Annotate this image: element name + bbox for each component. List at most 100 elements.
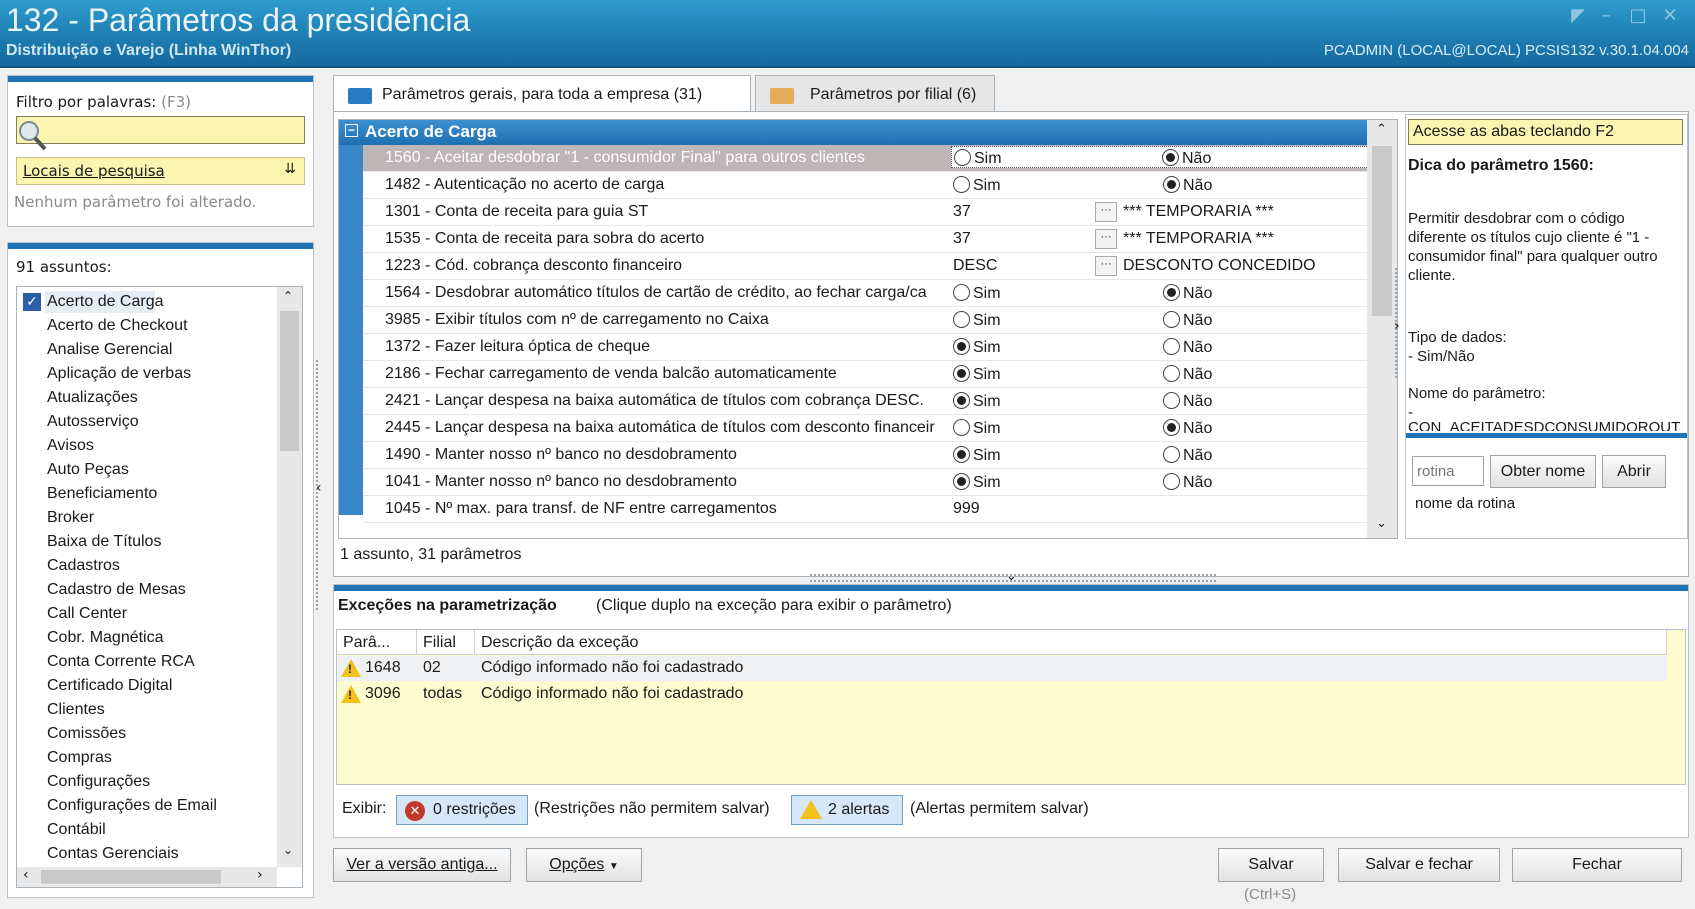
old-version-button[interactable]: Ver a versão antiga... bbox=[333, 848, 511, 882]
options-button[interactable]: Opções ▼ bbox=[526, 848, 642, 882]
minimize-icon[interactable]: – bbox=[1595, 6, 1617, 26]
subject-item[interactable]: Cadastros bbox=[47, 557, 120, 575]
restore-icon[interactable]: ◤ bbox=[1567, 6, 1589, 26]
search-locations-select[interactable]: Locais de pesquisa ⇊ bbox=[16, 157, 305, 185]
param-row-1490[interactable]: 1490 - Manter nosso nº banco no desdobra… bbox=[363, 442, 1367, 469]
bool-cell[interactable]: Sim Não bbox=[951, 146, 1371, 168]
alerts-filter-button[interactable]: 2 alertas bbox=[791, 795, 903, 825]
subject-item[interactable]: Auto Peças bbox=[47, 461, 129, 479]
param-value[interactable]: 37 bbox=[953, 203, 971, 221]
collapse-minus-icon[interactable]: − bbox=[345, 124, 358, 137]
chevron-down-icon[interactable]: ⌄ bbox=[283, 843, 293, 857]
radio-nao[interactable] bbox=[1163, 365, 1180, 382]
subject-list[interactable]: ✓ Acerto de Carga Acerto de Checkout Ana… bbox=[16, 286, 303, 888]
radio-nao[interactable] bbox=[1163, 311, 1180, 328]
param-row-1564[interactable]: 1564 - Desdobrar automático títulos de c… bbox=[363, 280, 1367, 307]
subject-item[interactable]: Analise Gerencial bbox=[47, 341, 172, 359]
scroll-thumb[interactable] bbox=[280, 311, 299, 451]
checkbox-checked-icon[interactable]: ✓ bbox=[23, 293, 41, 311]
radio-nao[interactable] bbox=[1163, 446, 1180, 463]
chevron-up-icon[interactable]: ⌃ bbox=[283, 289, 293, 303]
param-row-1482[interactable]: 1482 - Autenticação no acerto de carga S… bbox=[363, 172, 1367, 199]
param-value[interactable]: 999 bbox=[953, 500, 980, 518]
radio-sim[interactable] bbox=[953, 176, 970, 193]
subject-item[interactable]: Avisos bbox=[47, 437, 94, 455]
subject-item[interactable]: Clientes bbox=[47, 701, 105, 719]
chevron-down-icon[interactable]: ⌄ bbox=[1376, 516, 1387, 531]
radio-nao[interactable] bbox=[1163, 284, 1180, 301]
subject-item[interactable]: Compras bbox=[47, 749, 112, 767]
subject-item[interactable]: Contábil bbox=[47, 821, 106, 839]
radio-sim[interactable] bbox=[953, 365, 970, 382]
ellipsis-button[interactable]: ··· bbox=[1095, 256, 1117, 276]
radio-sim[interactable] bbox=[953, 338, 970, 355]
scroll-thumb[interactable] bbox=[1372, 146, 1392, 316]
chevron-left-icon[interactable]: ‹ bbox=[23, 867, 29, 883]
param-row-3985[interactable]: 3985 - Exibir títulos com nº de carregam… bbox=[363, 307, 1367, 334]
radio-nao[interactable] bbox=[1162, 149, 1179, 166]
maximize-icon[interactable]: □ bbox=[1627, 6, 1649, 26]
subject-item[interactable]: Certificado Digital bbox=[47, 677, 172, 695]
save-and-close-button[interactable]: Salvar e fechar bbox=[1338, 848, 1500, 882]
horizontal-scrollbar[interactable]: ‹ › bbox=[17, 867, 277, 887]
restrictions-filter-button[interactable]: ✕ 0 restrições bbox=[396, 795, 528, 825]
subject-item[interactable]: Broker bbox=[47, 509, 94, 527]
radio-sim[interactable] bbox=[953, 446, 970, 463]
subject-item[interactable]: Acerto de Carga bbox=[47, 293, 164, 311]
param-row-1223[interactable]: 1223 - Cód. cobrança desconto financeiro… bbox=[363, 253, 1367, 280]
radio-sim[interactable] bbox=[953, 311, 970, 328]
subject-item[interactable]: Beneficiamento bbox=[47, 485, 157, 503]
grid-vertical-scrollbar[interactable]: ⌃ ⌄ bbox=[1367, 120, 1397, 538]
search-input[interactable] bbox=[16, 116, 305, 151]
tab-general-params[interactable]: Parâmetros gerais, para toda a empresa (… bbox=[333, 75, 751, 111]
subject-item[interactable]: Baixa de Títulos bbox=[47, 533, 161, 551]
parameter-grid[interactable]: − Acerto de Carga 1560 - Aceitar desdobr… bbox=[338, 119, 1398, 539]
close-icon[interactable]: ✕ bbox=[1659, 6, 1681, 26]
chevron-right-icon[interactable]: › bbox=[257, 867, 263, 883]
exceptions-table[interactable]: Parâ... Filial Descrição da exceção 1648… bbox=[336, 629, 1686, 785]
param-value[interactable]: DESC bbox=[953, 257, 997, 275]
collapse-left-icon[interactable]: ‹ bbox=[316, 480, 322, 496]
ellipsis-button[interactable]: ··· bbox=[1095, 202, 1117, 222]
exception-row[interactable]: 1648 02 Código informado não foi cadastr… bbox=[337, 656, 1667, 681]
open-button[interactable]: Abrir bbox=[1602, 455, 1666, 488]
vertical-scrollbar[interactable]: ⌃ ⌄ bbox=[277, 287, 302, 867]
subject-item[interactable]: Cadastro de Mesas bbox=[47, 581, 186, 599]
subject-item[interactable]: Atualizações bbox=[47, 389, 138, 407]
param-row-2445[interactable]: 2445 - Lançar despesa na baixa automátic… bbox=[363, 415, 1367, 442]
scroll-thumb[interactable] bbox=[41, 870, 221, 884]
subject-item[interactable]: Contas Gerenciais bbox=[47, 845, 179, 863]
radio-sim[interactable] bbox=[953, 473, 970, 490]
radio-sim[interactable] bbox=[953, 284, 970, 301]
search-text-field[interactable] bbox=[45, 119, 300, 141]
subject-item[interactable]: Acerto de Checkout bbox=[47, 317, 188, 335]
col-header-param[interactable]: Parâ... bbox=[337, 630, 417, 655]
param-row-1372[interactable]: 1372 - Fazer leitura óptica de cheque Si… bbox=[363, 334, 1367, 361]
radio-sim[interactable] bbox=[953, 419, 970, 436]
subject-item[interactable]: Configurações bbox=[47, 773, 150, 791]
param-row-1301[interactable]: 1301 - Conta de receita para guia ST 37 … bbox=[363, 199, 1367, 226]
radio-sim[interactable] bbox=[953, 392, 970, 409]
param-value[interactable]: 37 bbox=[953, 230, 971, 248]
param-row-1041[interactable]: 1041 - Manter nosso nº banco no desdobra… bbox=[363, 469, 1367, 496]
col-header-description[interactable]: Descrição da exceção bbox=[475, 630, 1667, 655]
param-row-2421[interactable]: 2421 - Lançar despesa na baixa automátic… bbox=[363, 388, 1367, 415]
collapse-right-icon[interactable]: › bbox=[1394, 318, 1400, 334]
radio-sim[interactable] bbox=[954, 149, 971, 166]
col-header-filial[interactable]: Filial bbox=[417, 630, 475, 655]
subject-item[interactable]: Call Center bbox=[47, 605, 127, 623]
param-row-1560[interactable]: 1560 - Aceitar desdobrar "1 - consumidor… bbox=[363, 145, 1371, 172]
subject-item[interactable]: Conta Corrente RCA bbox=[47, 653, 195, 671]
radio-nao[interactable] bbox=[1163, 338, 1180, 355]
param-row-1045[interactable]: 1045 - Nº max. para transf. de NF entre … bbox=[363, 496, 1367, 523]
ellipsis-button[interactable]: ··· bbox=[1095, 229, 1117, 249]
radio-nao[interactable] bbox=[1163, 419, 1180, 436]
param-row-1535[interactable]: 1535 - Conta de receita para sobra do ac… bbox=[363, 226, 1367, 253]
group-header[interactable]: − Acerto de Carga bbox=[339, 120, 1367, 145]
radio-nao[interactable] bbox=[1163, 473, 1180, 490]
routine-input[interactable] bbox=[1412, 456, 1484, 486]
close-button[interactable]: Fechar bbox=[1512, 848, 1682, 882]
subject-item[interactable]: Aplicação de verbas bbox=[47, 365, 191, 383]
chevron-up-icon[interactable]: ⌃ bbox=[1376, 122, 1387, 137]
subject-item[interactable]: Comissões bbox=[47, 725, 126, 743]
